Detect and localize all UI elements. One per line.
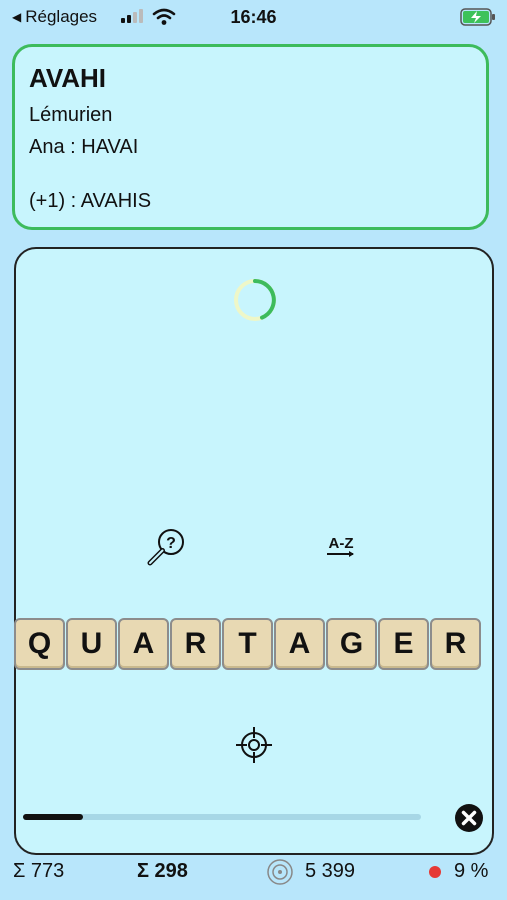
current-sum: Σ 298 <box>137 860 188 882</box>
letter-tile[interactable]: R <box>170 618 221 670</box>
letter-tile[interactable]: A <box>118 618 169 670</box>
letter-tile[interactable]: G <box>326 618 377 670</box>
letter-tile[interactable]: T <box>222 618 273 670</box>
status-bar: ◀ Réglages 16:46 <box>0 0 507 36</box>
close-icon[interactable] <box>454 803 484 833</box>
total-sum: Σ 773 <box>13 860 65 882</box>
search-help-icon[interactable]: ? <box>146 526 186 568</box>
status-time: 16:46 <box>230 7 277 27</box>
letter-tile[interactable]: E <box>378 618 429 670</box>
word-title: AVAHI <box>29 63 107 93</box>
percent-value: 9 % <box>454 860 489 882</box>
letter-tile[interactable]: U <box>66 618 117 670</box>
stats-bar: Σ 773 Σ 298 5 399 9 % <box>0 858 507 886</box>
battery-charging-icon <box>460 8 495 26</box>
svg-text:?: ? <box>166 535 176 552</box>
letter-tile[interactable]: A <box>274 618 325 670</box>
target-score-icon <box>267 859 293 885</box>
word-extension: (+1) : AVAHIS <box>29 190 152 212</box>
sort-az-label: A-Z <box>329 535 354 552</box>
loading-spinner-icon <box>234 279 276 321</box>
letter-tiles: QUARTAGER <box>14 618 481 672</box>
letter-tile[interactable]: R <box>430 618 481 670</box>
progress-fill <box>23 814 83 820</box>
word-definition: Lémurien <box>29 104 113 126</box>
sort-az-icon[interactable]: A-Z <box>325 533 357 564</box>
status-dot <box>429 866 441 878</box>
progress-bar <box>23 814 421 820</box>
target-crosshair-icon[interactable] <box>235 726 273 764</box>
letter-tile[interactable]: Q <box>14 618 65 670</box>
word-definition-card: AVAHI Lémurien Ana : HAVAI (+1) : AVAHIS <box>12 44 489 230</box>
score-value: 5 399 <box>305 860 356 882</box>
word-anagram: Ana : HAVAI <box>29 136 139 158</box>
